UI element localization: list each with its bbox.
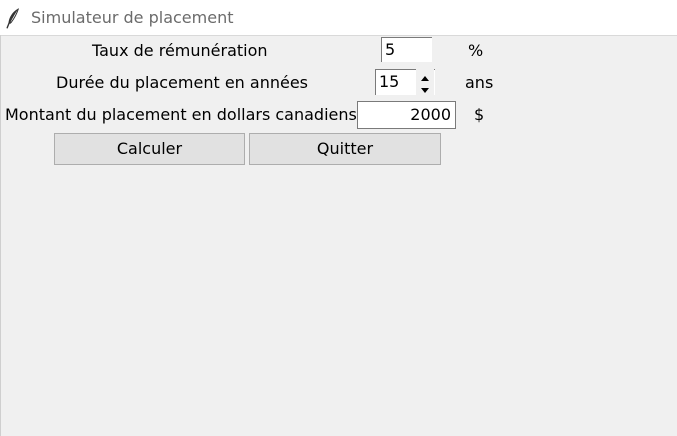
taux-label: Taux de rémunération [92,41,268,60]
feather-icon [6,8,19,29]
duree-spinner[interactable] [416,69,434,95]
window-title: Simulateur de placement [31,8,234,27]
montant-unit-label: $ [474,105,485,124]
duree-label: Durée du placement en années [56,73,308,92]
montant-label: Montant du placement en dollars canadien… [5,105,357,124]
taux-unit-label: % [468,41,484,60]
taux-input[interactable]: 5 [381,37,432,62]
quitter-button[interactable]: Quitter [249,133,441,165]
spin-down-button[interactable] [417,82,433,94]
title-bar[interactable]: Simulateur de placement [0,0,677,36]
arrow-down-icon [421,88,429,93]
montant-input[interactable]: 2000 [357,101,456,129]
window-border [0,35,1,436]
main-panel [0,35,677,436]
calculer-button[interactable]: Calculer [54,133,245,165]
spin-up-button[interactable] [417,69,433,81]
duree-unit-label: ans [465,73,494,92]
